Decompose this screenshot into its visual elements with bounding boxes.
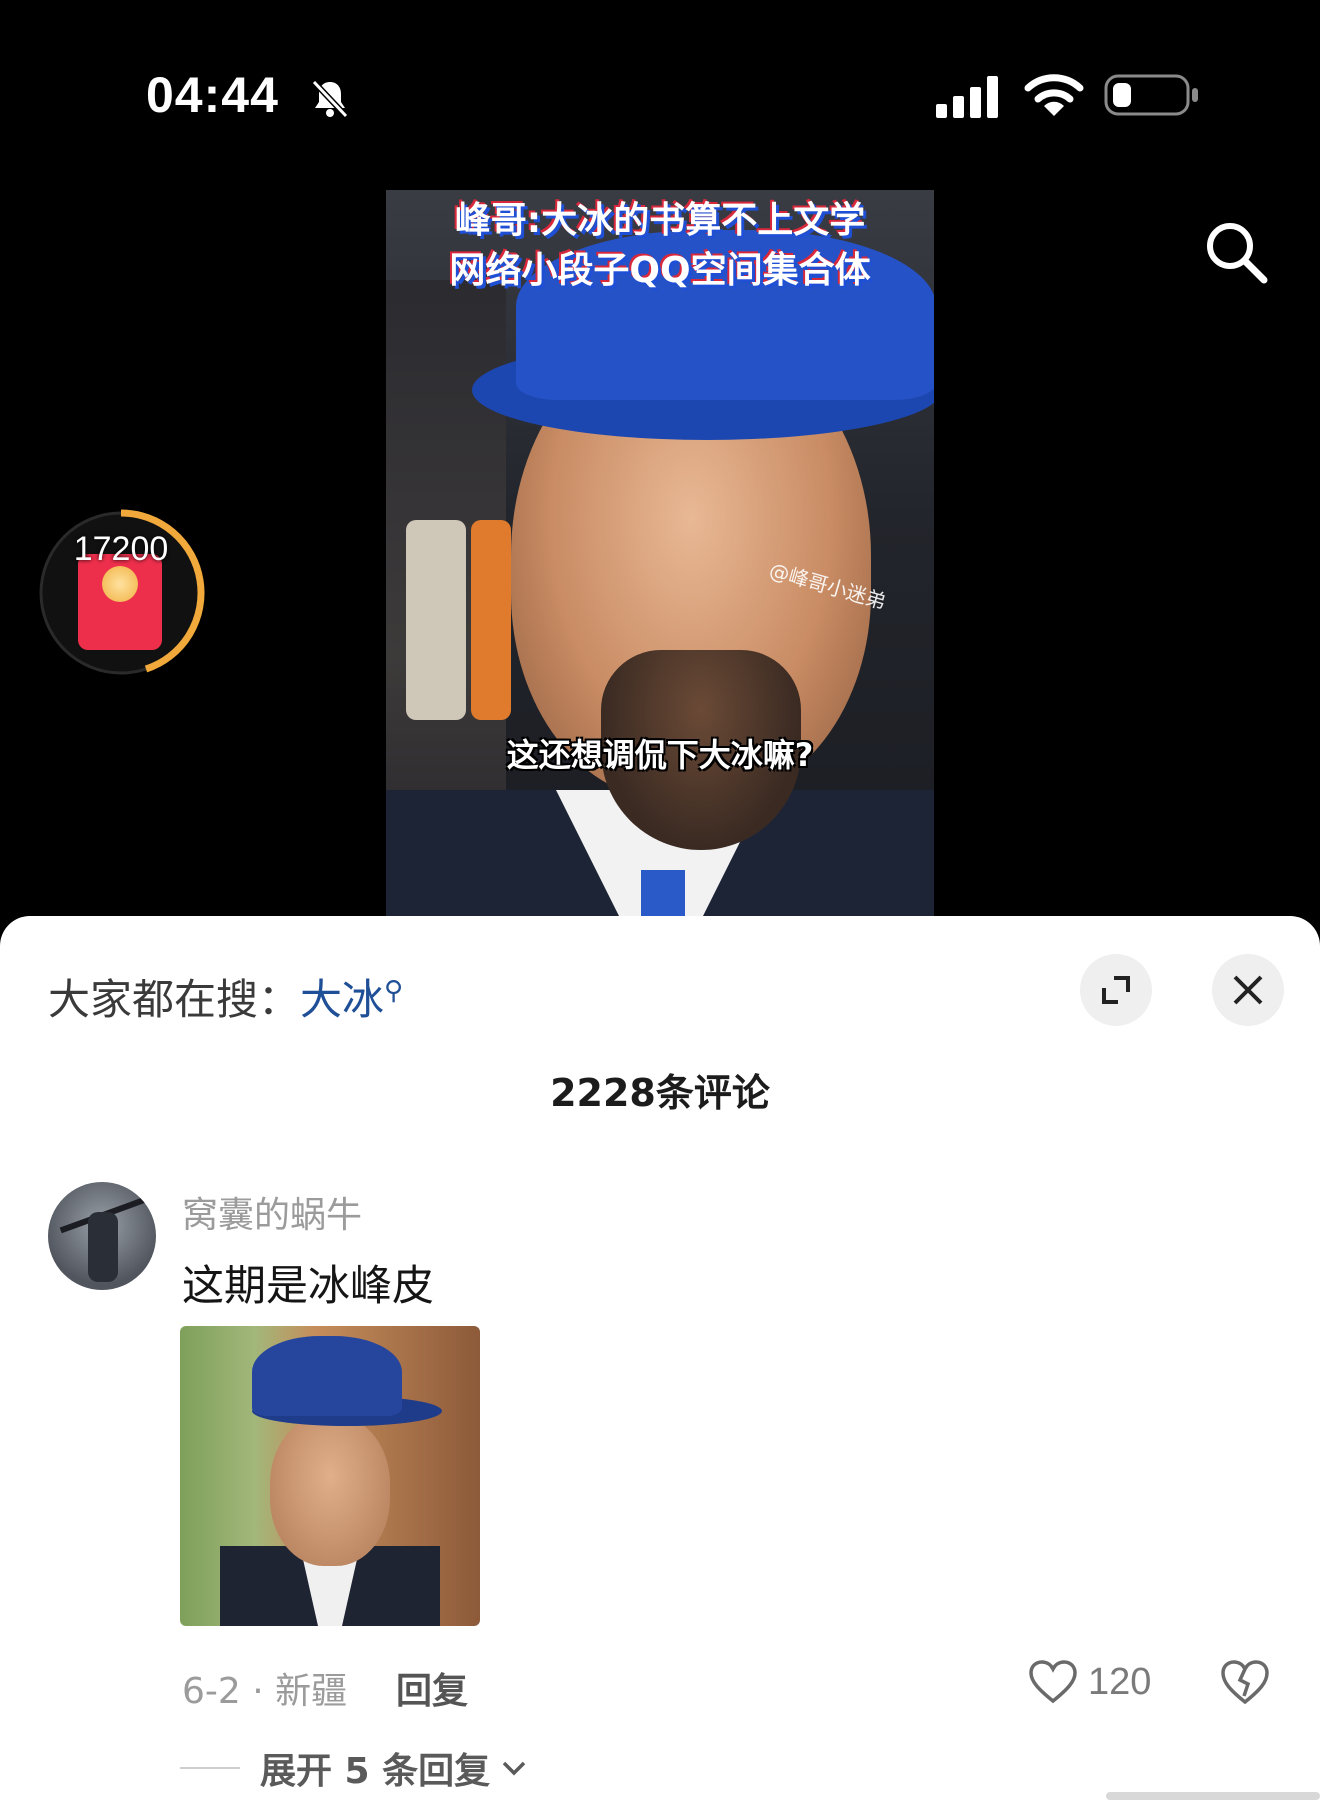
video-player[interactable]: 峰哥:大冰的书算不上文学 网络小段子QQ空间集合体 @峰哥小迷弟 这还想调侃下大…	[386, 190, 934, 916]
bell-muted-icon	[311, 79, 349, 119]
wifi-icon	[1024, 74, 1084, 116]
red-packet-count: 17200	[73, 530, 169, 568]
comment-meta: 6-2 · 新疆	[182, 1671, 348, 1712]
video-tie	[641, 870, 685, 916]
video-caption: 这还想调侃下大冰嘛?	[506, 736, 814, 774]
video-coat-orange	[471, 520, 511, 720]
avatar-figure	[88, 1212, 118, 1282]
close-icon	[1233, 975, 1263, 1005]
video-coat	[406, 520, 466, 720]
broken-heart-icon[interactable]	[1220, 1658, 1270, 1706]
expand-icon	[1102, 976, 1130, 1004]
search-small-icon: ⚲	[384, 976, 404, 1006]
avatar[interactable]	[48, 1182, 156, 1290]
video-title: 峰哥:大冰的书算不上文学 网络小段子QQ空间集合体	[386, 190, 934, 296]
comment-text: 这期是冰峰皮	[182, 1261, 435, 1310]
expand-button[interactable]	[1080, 954, 1152, 1026]
search-icon[interactable]	[1200, 216, 1272, 288]
comment-username[interactable]: 窝囊的蜗牛	[182, 1186, 362, 1238]
signal-icon	[936, 76, 998, 118]
status-time: 04:44	[146, 67, 279, 123]
close-button[interactable]	[1212, 954, 1284, 1026]
video-title-line1: 峰哥:大冰的书算不上文学	[454, 200, 866, 241]
like-count: 120	[1088, 1660, 1152, 1703]
comment-sheet: 大家都在搜：大冰⚲ 2228条评论 窝囊的蜗牛 这期是冰峰皮 6-2 · 新疆 …	[0, 916, 1320, 1806]
hot-search-label: 大家都在搜：	[48, 975, 301, 1024]
image-cap	[252, 1336, 402, 1416]
image-face	[270, 1416, 390, 1566]
status-bar: 04:44	[0, 0, 1320, 190]
video-title-line2: 网络小段子QQ空间集合体	[449, 250, 871, 291]
red-packet-widget[interactable]: 17200	[36, 508, 206, 678]
heart-icon	[1029, 1660, 1077, 1704]
divider-line	[180, 1767, 240, 1769]
hot-search[interactable]: 大家都在搜：大冰⚲	[48, 966, 403, 1027]
comment-image[interactable]	[180, 1326, 480, 1626]
battery-icon	[1104, 74, 1198, 116]
like-button[interactable]: 120	[1028, 1654, 1151, 1710]
home-indicator	[1106, 1792, 1320, 1800]
reply-button[interactable]: 回复	[396, 1662, 468, 1714]
comment-count-title: 2228条评论	[550, 1071, 770, 1115]
coin-icon	[102, 566, 138, 602]
hot-search-keyword[interactable]: 大冰	[300, 975, 384, 1024]
